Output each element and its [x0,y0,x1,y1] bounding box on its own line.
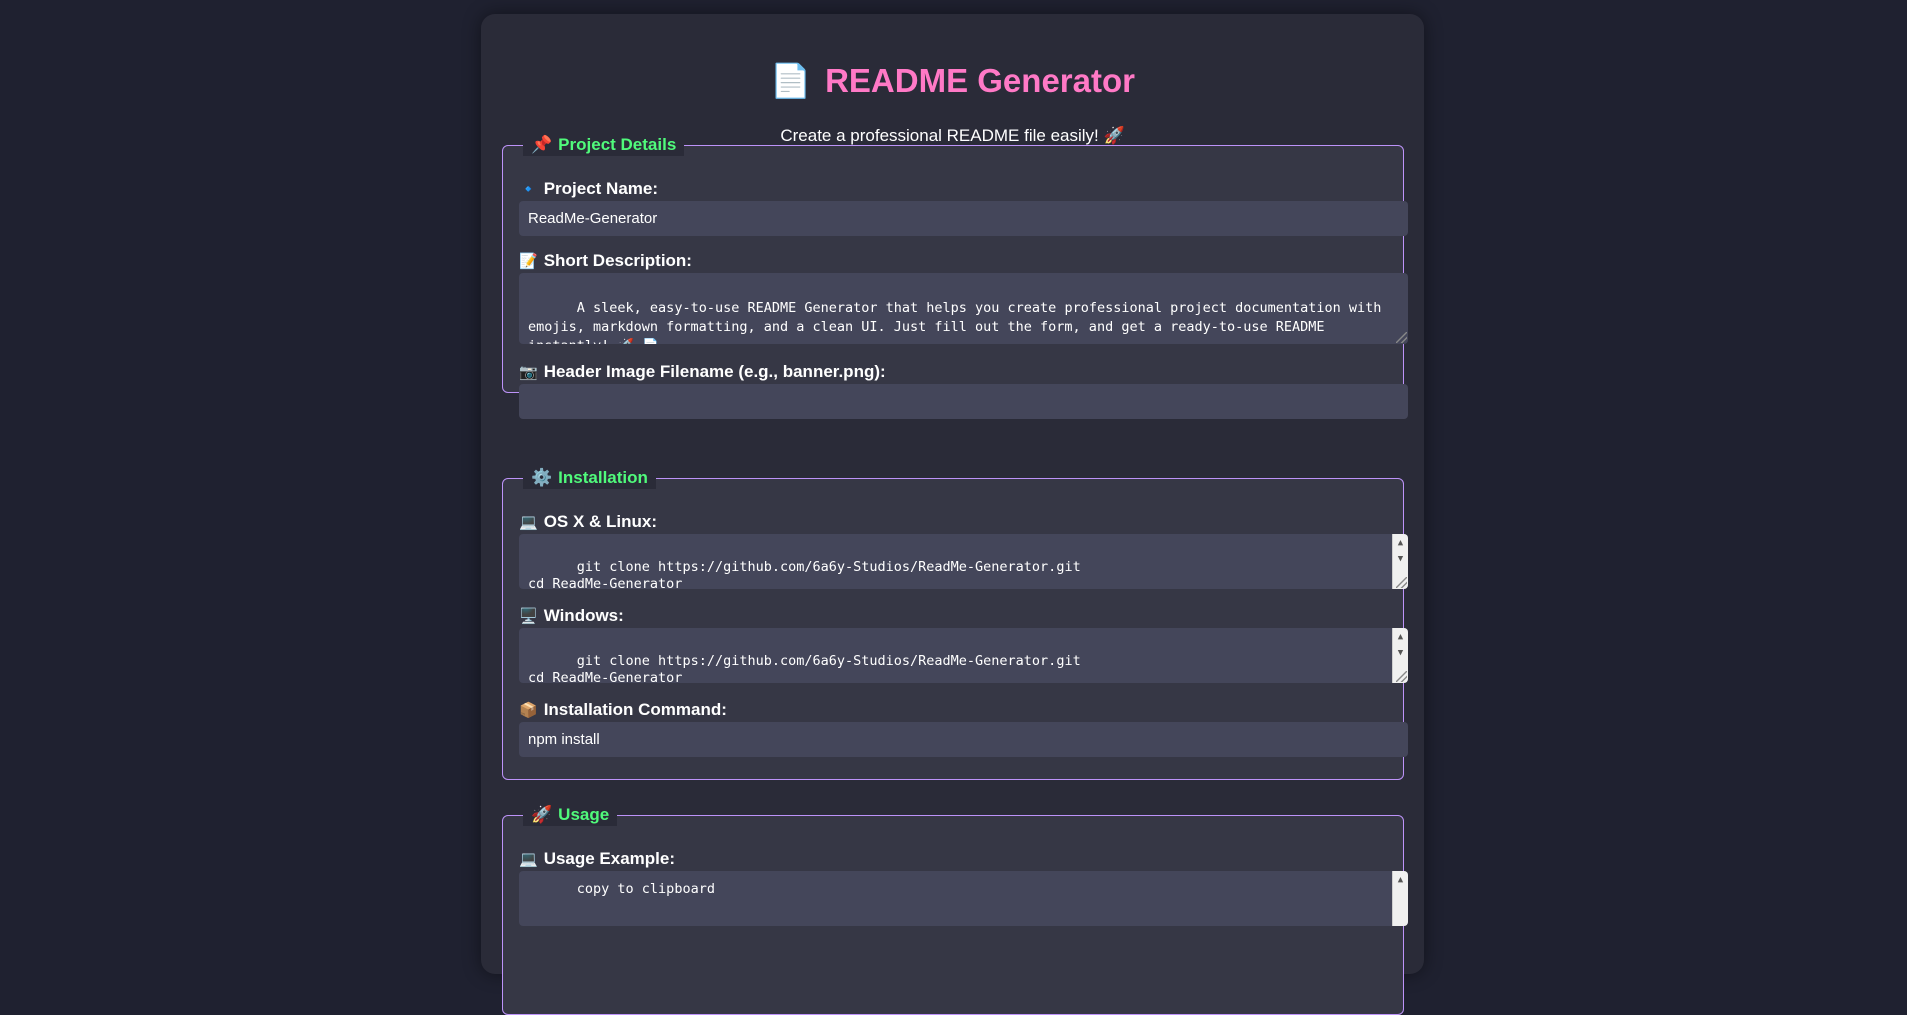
usage-example-label-text: Usage Example: [543,849,676,868]
usage-section: 🚀 Usage 💻 Usage Example: copy to clipboard… [502,804,1408,1015]
page-title: 📄 README Generator [481,62,1424,101]
osx-linux-label-text: OS X & Linux: [543,512,658,531]
windows-value: git clone https://github.com/6a6y-Studio… [528,653,1081,683]
project-details-legend: 📌 Project Details [523,134,685,156]
usage-legend-text: Usage [558,805,610,824]
header-image-label: 📷 Header Image Filename (e.g., banner.png… [519,362,886,383]
windows-textarea[interactable]: git clone https://github.com/6a6y-Studio… [519,628,1408,683]
osx-linux-textarea[interactable]: git clone https://github.com/6a6y-Studio… [519,534,1408,589]
short-description-textarea[interactable]: A sleek, easy-to-use README Generator th… [519,273,1408,344]
scroll-up-arrow-icon[interactable]: ▲ [1393,536,1408,550]
header-image-input[interactable] [519,384,1408,419]
rocket-icon: 🚀 [531,805,553,824]
scroll-up-arrow-icon[interactable]: ▲ [1393,630,1408,644]
project-name-input[interactable]: ReadMe-Generator [519,201,1408,236]
osx-linux-label: 💻 OS X & Linux: [519,512,657,533]
scroll-down-arrow-icon[interactable]: ▼ [1393,552,1408,566]
installation-section: ⚙️ Installation 💻 OS X & Linux: git clone … [502,467,1408,780]
osx-linux-value: git clone https://github.com/6a6y-Studio… [528,559,1081,589]
installation-legend-text: Installation [558,468,648,487]
gear-icon: ⚙️ [531,468,553,487]
project-name-label-text: Project Name: [543,179,659,198]
generator-card: 📄 README Generator Create a professional … [481,14,1424,1015]
memo-icon: 📝 [519,253,538,270]
project-name-value: ReadMe-Generator [528,210,658,227]
project-details-section: 📌 Project Details 🔹 Project Name: ReadMe-G… [502,134,1408,419]
windows-label-text: Windows: [543,606,624,625]
pushpin-icon: 📌 [531,135,553,154]
short-description-label: 📝 Short Description: [519,251,692,272]
project-details-legend-text: Project Details [558,135,677,154]
usage-example-textarea[interactable]: copy to clipboard ▲ [519,871,1408,926]
resize-handle[interactable] [1396,671,1407,682]
installation-command-label-text: Installation Command: [543,700,727,719]
usage-example-value: copy to clipboard [576,881,715,897]
project-name-label: 🔹 Project Name: [519,179,658,200]
installation-command-input[interactable]: npm install [519,722,1408,757]
installation-legend: ⚙️ Installation [523,467,656,489]
installation-command-value: npm install [528,731,600,748]
resize-handle[interactable] [1396,577,1407,588]
laptop-icon: 💻 [519,851,538,868]
laptop-icon: 💻 [519,514,538,531]
short-description-label-text: Short Description: [543,251,692,270]
package-icon: 📦 [519,702,538,719]
resize-handle[interactable] [1396,332,1407,343]
camera-icon: 📷 [519,364,538,381]
desktop-computer-icon: 🖥️ [519,608,538,625]
usage-example-label: 💻 Usage Example: [519,849,675,870]
document-icon: 📄 [770,62,812,99]
page-title-text: README Generator [825,62,1135,99]
windows-label: 🖥️ Windows: [519,606,624,627]
scroll-down-arrow-icon[interactable]: ▼ [1393,646,1408,660]
short-description-value: A sleek, easy-to-use README Generator th… [528,300,1382,344]
usage-example-scrollbar[interactable]: ▲ [1392,871,1408,926]
scroll-up-arrow-icon[interactable]: ▲ [1393,873,1408,887]
installation-command-label: 📦 Installation Command: [519,700,727,721]
header-image-label-text: Header Image Filename (e.g., banner.png)… [543,362,886,381]
blue-diamond-icon: 🔹 [519,181,538,198]
usage-legend: 🚀 Usage [523,804,618,826]
